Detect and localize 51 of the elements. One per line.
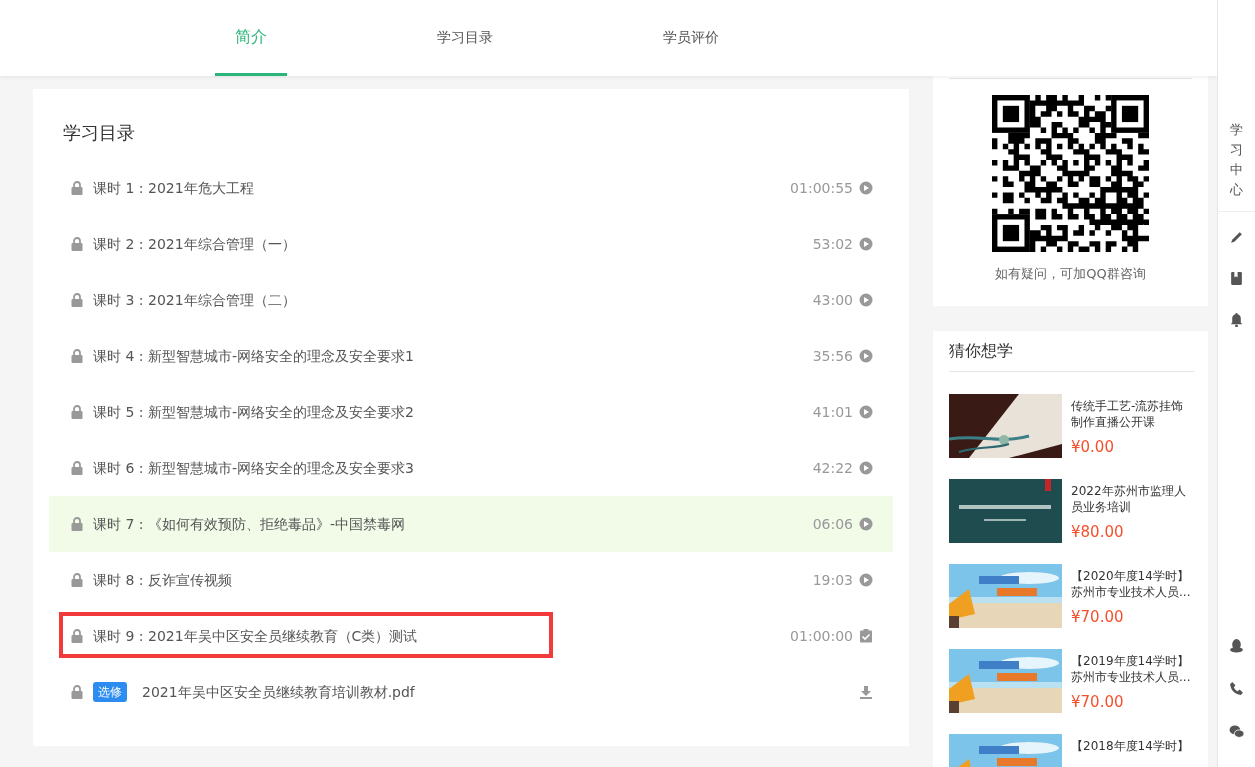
tab[interactable]: 学员评价 — [643, 0, 739, 76]
lesson-duration: 01:00:00 — [790, 626, 853, 646]
play-icon[interactable] — [859, 237, 873, 251]
play-icon[interactable] — [859, 517, 873, 531]
lesson-title[interactable]: 课时 8 : 反诈宣传视频 — [93, 569, 232, 591]
bell-icon[interactable] — [1229, 311, 1244, 327]
tab[interactable]: 学习目录 — [417, 0, 513, 76]
play-icon[interactable] — [859, 181, 873, 195]
lesson-duration: 41:01 — [812, 402, 853, 422]
lesson-duration: 42:22 — [812, 458, 853, 478]
lesson-duration: 06:06 — [812, 514, 853, 534]
course-price: ¥70.00 — [1071, 692, 1125, 713]
course-price: ¥0.00 — [1071, 437, 1115, 458]
lesson-duration: 35:56 — [812, 346, 853, 366]
play-icon[interactable] — [859, 293, 873, 307]
download-icon[interactable] — [859, 685, 873, 699]
qr-caption: 如有疑问，可加QQ群咨询 — [994, 265, 1147, 283]
clipboard-check-icon[interactable] — [859, 629, 873, 643]
lesson-title[interactable]: 2021年吴中区安全员继续教育培训教材.pdf — [142, 681, 415, 703]
penguin-icon[interactable] — [1229, 638, 1244, 653]
lesson-duration: 43:00 — [812, 290, 853, 310]
learning-center-label[interactable]: 学习中心 — [1230, 120, 1243, 211]
section-title: 学习目录 — [62, 121, 136, 145]
course-title[interactable]: 【2019年度14学时】苏州市专业技术人员... — [1071, 653, 1194, 685]
lesson-title[interactable]: 课时 9 : 2021年吴中区安全员继续教育（C类）测试 — [93, 625, 418, 647]
lesson-title[interactable]: 课时 4 : 新型智慧城市-网络安全的理念及安全要求1 — [93, 345, 414, 367]
course-title[interactable]: 【2018年度14学时】 — [1071, 738, 1189, 754]
pencil-icon[interactable] — [1229, 229, 1244, 245]
section-title: 猜你想学 — [949, 339, 1194, 372]
lesson-title[interactable]: 课时 7 : 《如何有效预防、拒绝毒品》-中国禁毒网 — [93, 513, 406, 535]
lesson-title[interactable]: 课时 3 : 2021年综合管理（二） — [93, 289, 296, 311]
lesson-duration: 19:03 — [812, 570, 853, 590]
play-icon[interactable] — [859, 573, 873, 587]
lesson-title[interactable]: 课时 1 : 2021年危大工程 — [93, 177, 254, 199]
elective-badge: 选修 — [93, 682, 127, 702]
lesson-title[interactable]: 课时 5 : 新型智慧城市-网络安全的理念及安全要求2 — [93, 401, 414, 423]
lesson-duration: 01:00:55 — [790, 178, 853, 198]
course-price: ¥80.00 — [1071, 522, 1125, 543]
course-title[interactable]: 传统手工艺-流苏挂饰制作直播公开课 — [1071, 398, 1194, 430]
phone-icon[interactable] — [1229, 681, 1244, 696]
play-icon[interactable] — [859, 349, 873, 363]
course-title[interactable]: 【2020年度14学时】苏州市专业技术人员... — [1071, 568, 1194, 600]
course-title[interactable]: 2022年苏州市监理人员业务培训 — [1071, 483, 1194, 515]
lesson-title[interactable]: 课时 2 : 2021年综合管理（一） — [93, 233, 296, 255]
play-icon[interactable] — [859, 461, 873, 475]
book-icon[interactable] — [1229, 270, 1244, 286]
chat-icon[interactable] — [1229, 724, 1244, 739]
course-price: ¥70.00 — [1071, 607, 1125, 628]
play-icon[interactable] — [859, 405, 873, 419]
lesson-title[interactable]: 课时 6 : 新型智慧城市-网络安全的理念及安全要求3 — [93, 457, 414, 479]
lesson-duration: 53:02 — [812, 234, 853, 254]
